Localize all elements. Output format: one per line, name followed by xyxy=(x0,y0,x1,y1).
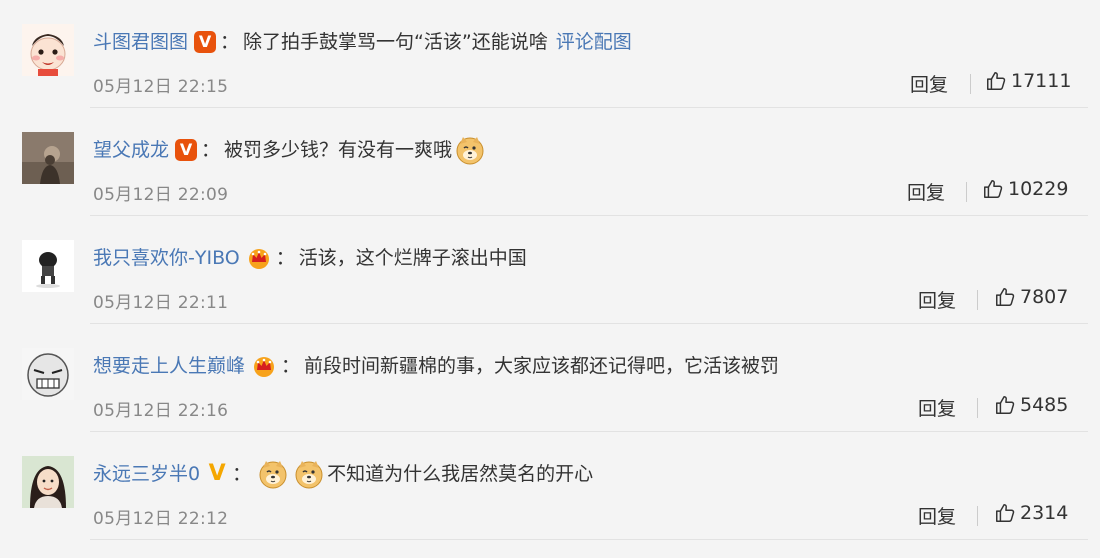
colon: ： xyxy=(232,463,252,485)
timestamp: 05月12日 22:09 xyxy=(93,185,229,205)
comment-item: 望父成龙 ： 被罚多少钱？有没有一爽哦 05月12日 22:09 回复 xyxy=(0,108,1100,216)
thumbs-up-icon xyxy=(987,72,1006,90)
timestamp: 05月12日 22:12 xyxy=(93,509,229,529)
comment-item: 斗图君图图 ： 除了拍手鼓掌骂一句“活该”还能说啥 评论配图 05月12日 22… xyxy=(0,0,1100,108)
comment-item: 我只喜欢你-YIBO ： 活该，这个烂牌子滚出中国 05月12日 22:11 回… xyxy=(0,216,1100,324)
doge-emoji-icon xyxy=(295,461,323,489)
reply-button[interactable]: 回复 xyxy=(918,502,956,529)
like-count: 5485 xyxy=(1020,394,1069,416)
avatar[interactable] xyxy=(22,240,74,292)
timestamp: 05月12日 22:11 xyxy=(93,293,229,313)
divider xyxy=(977,398,978,418)
reply-button[interactable]: 回复 xyxy=(907,178,945,205)
avatar[interactable] xyxy=(22,132,74,184)
crown-icon xyxy=(254,357,275,377)
username[interactable]: 永远三岁半0 xyxy=(93,459,200,489)
comment-text: 除了拍手鼓掌骂一句“活该”还能说啥 xyxy=(243,31,548,53)
like-button[interactable]: 17111 xyxy=(985,70,1071,92)
divider xyxy=(970,74,971,94)
colon: ： xyxy=(220,31,240,53)
timestamp: 05月12日 22:15 xyxy=(93,77,229,97)
verified-badge-icon xyxy=(194,31,217,53)
like-count: 2314 xyxy=(1020,502,1069,524)
thumbs-up-icon xyxy=(984,180,1003,198)
like-count: 17111 xyxy=(1011,70,1072,92)
comment-item: 永远三岁半0 ： xyxy=(0,432,1100,540)
verified-badge-icon xyxy=(175,139,198,161)
like-button[interactable]: 7807 xyxy=(994,286,1068,308)
divider xyxy=(977,506,978,526)
timestamp: 05月12日 22:16 xyxy=(93,401,229,421)
username[interactable]: 我只喜欢你-YIBO xyxy=(93,243,240,273)
verified-badge-icon xyxy=(206,463,228,485)
crown-icon xyxy=(248,249,269,269)
doge-emoji-icon xyxy=(259,461,287,489)
comment-text: 前段时间新疆棉的事，大家应该都还记得吧，它活该被罚 xyxy=(304,355,780,377)
like-button[interactable]: 2314 xyxy=(994,502,1068,524)
colon: ： xyxy=(201,139,221,161)
reply-button[interactable]: 回复 xyxy=(918,286,956,313)
comment-text: 活该，这个烂牌子滚出中国 xyxy=(298,247,527,269)
divider xyxy=(977,290,978,310)
avatar[interactable] xyxy=(22,348,74,400)
like-count: 7807 xyxy=(1020,286,1069,308)
like-button[interactable]: 5485 xyxy=(994,394,1068,416)
comment-text: 被罚多少钱？有没有一爽哦 xyxy=(224,139,453,161)
doge-emoji-icon xyxy=(456,137,484,165)
username[interactable]: 斗图君图图 xyxy=(93,27,188,57)
username[interactable]: 想要走上人生巅峰 xyxy=(93,351,245,381)
comment-text: 不知道为什么我居然莫名的开心 xyxy=(327,463,594,485)
thumbs-up-icon xyxy=(996,396,1015,414)
avatar[interactable] xyxy=(22,456,74,508)
comment-item: 想要走上人生巅峰 ： 前段时间新疆棉的事，大家应该都还记得吧，它活该被罚 05月… xyxy=(0,324,1100,432)
username[interactable]: 望父成龙 xyxy=(93,135,169,165)
colon: ： xyxy=(275,247,295,269)
reply-button[interactable]: 回复 xyxy=(910,70,948,97)
thumbs-up-icon xyxy=(996,288,1015,306)
colon: ： xyxy=(281,355,301,377)
divider xyxy=(966,182,967,202)
thumbs-up-icon xyxy=(996,504,1015,522)
avatar[interactable] xyxy=(22,24,74,76)
like-button[interactable]: 10229 xyxy=(982,178,1068,200)
reply-button[interactable]: 回复 xyxy=(918,394,956,421)
comment-image-link[interactable]: 评论配图 xyxy=(556,27,632,57)
like-count: 10229 xyxy=(1008,178,1069,200)
comment-feed: 斗图君图图 ： 除了拍手鼓掌骂一句“活该”还能说啥 评论配图 05月12日 22… xyxy=(0,0,1100,558)
